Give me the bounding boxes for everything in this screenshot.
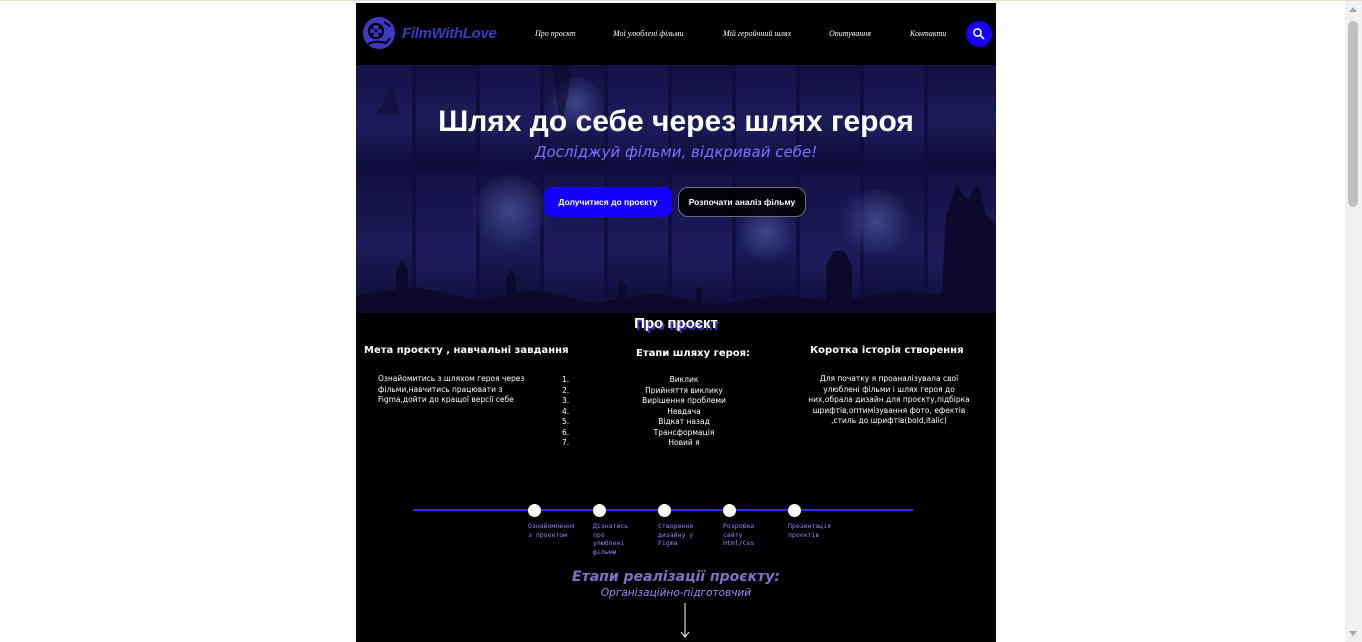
search-button[interactable] bbox=[966, 21, 992, 47]
stages-title: Етапи шляху героя: bbox=[636, 348, 751, 359]
join-project-button[interactable]: Долучитися до проєкту bbox=[544, 187, 672, 217]
scroll-down-arrow-icon[interactable] bbox=[1349, 631, 1357, 636]
navbar: FilmWithLove Про проєкт Мої улюблені філ… bbox=[356, 3, 996, 65]
hero-stages-list: 1. Виклик 2. Прийняття виклику 3. Вирішення… bbox=[562, 375, 806, 449]
timeline-dot bbox=[723, 504, 736, 517]
page-container: FilmWithLove Про проєкт Мої улюблені філ… bbox=[356, 3, 996, 642]
timeline-label: Ознайомлення з проєктом bbox=[528, 522, 575, 539]
nav-contacts[interactable]: Контакти bbox=[910, 29, 946, 38]
start-analysis-button[interactable]: Розпочати аналіз фільму bbox=[678, 187, 806, 217]
arrow-down-icon bbox=[680, 603, 690, 638]
nav-hero-path[interactable]: Мій геройчний шлях bbox=[723, 29, 791, 38]
goal-text: Ознайомитись з шляхом героя через фільми… bbox=[378, 374, 525, 404]
timeline-dot bbox=[788, 504, 801, 517]
page-scrollbar[interactable] bbox=[1345, 1, 1362, 642]
list-item: 7. Новий я bbox=[562, 438, 700, 447]
timeline-label: Презентація проєктів bbox=[788, 522, 832, 539]
list-item: 4. Невдача bbox=[562, 406, 701, 416]
implementation-subtitle: Організаційно-підготовчий bbox=[600, 587, 752, 599]
timeline-dot bbox=[658, 504, 671, 517]
nav-about[interactable]: Про проєкт bbox=[535, 29, 576, 38]
nav-favorite-films[interactable]: Мої улюблені фільми bbox=[613, 29, 684, 38]
history-text: Для початку я проаналізувала свої улюбле… bbox=[808, 374, 970, 425]
hero-section: Шлях до себе через шлях героя Досліджуй … bbox=[356, 65, 996, 313]
nav-survey[interactable]: Опитування bbox=[829, 29, 871, 38]
list-item: 1. Виклик bbox=[562, 375, 699, 384]
timeline-dot bbox=[528, 504, 541, 517]
film-reel-icon[interactable] bbox=[362, 16, 396, 50]
hero-title: Шлях до себе через шлях героя bbox=[438, 105, 914, 138]
timeline-label: Розробка сайту Html/Css bbox=[723, 522, 755, 547]
implementation-title: Етапи реалізації проєкту: bbox=[572, 569, 780, 585]
hero-overlay bbox=[356, 65, 996, 313]
about-title: Про проєкт bbox=[634, 315, 718, 332]
logo-text[interactable]: FilmWithLove bbox=[402, 25, 497, 42]
scroll-up-arrow-icon[interactable] bbox=[1349, 7, 1357, 12]
hero-subtitle: Досліджуй фільми, відкривай себе! bbox=[534, 143, 818, 161]
list-item: 5. Відкат назад bbox=[562, 417, 710, 426]
history-title: Коротка історія створення bbox=[810, 345, 964, 356]
timeline-label: Створення дизайну у Figma bbox=[658, 522, 694, 547]
scroll-thumb[interactable] bbox=[1348, 21, 1358, 207]
timeline-dot bbox=[593, 504, 606, 517]
search-icon bbox=[973, 28, 985, 40]
list-item: 2. Прийняття виклику bbox=[562, 385, 723, 395]
timeline-label: Дізнатись про улюблені фільми bbox=[593, 522, 629, 556]
goal-title: Мета проєкту , навчальні завдання bbox=[364, 345, 569, 356]
list-item: 6. Трансформація bbox=[562, 427, 715, 437]
list-item: 3. Вирішення проблеми bbox=[562, 396, 726, 405]
